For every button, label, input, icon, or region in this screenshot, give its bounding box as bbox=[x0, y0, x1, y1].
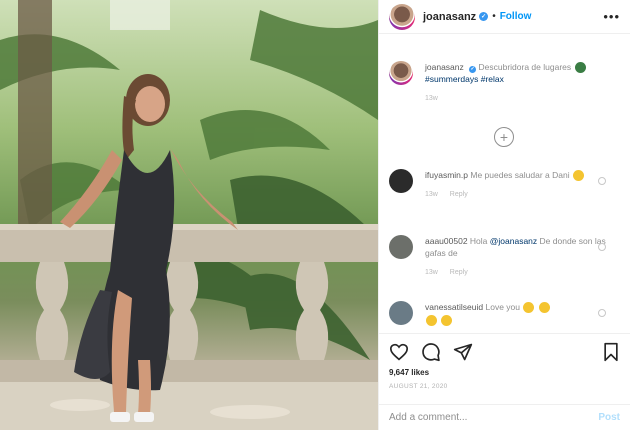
action-icons bbox=[389, 340, 620, 364]
comment-meta: 13w Reply bbox=[425, 189, 585, 201]
paper-plane-icon[interactable] bbox=[453, 342, 473, 362]
comment-avatar[interactable] bbox=[389, 301, 413, 325]
laugh-emoji-icon bbox=[441, 314, 453, 326]
comment-like-icon[interactable] bbox=[598, 177, 606, 185]
post-date: AUGUST 21, 2020 bbox=[389, 383, 448, 390]
comment-item: vanessatilseuid Love you bbox=[389, 301, 620, 326]
laugh-emoji-icon bbox=[538, 302, 550, 314]
smile-emoji-icon bbox=[572, 170, 584, 182]
caption-meta: 13w bbox=[425, 93, 620, 105]
comment-time: 13w bbox=[425, 191, 438, 199]
comment-item: aaau00502 Hola @joanasanz De donde son l… bbox=[389, 235, 620, 279]
post-button[interactable]: Post bbox=[598, 412, 620, 423]
caption-avatar[interactable] bbox=[389, 61, 413, 85]
reply-button[interactable]: Reply bbox=[450, 269, 468, 276]
comment-icon[interactable] bbox=[421, 342, 441, 362]
caption-text: Descubridora de lugares bbox=[478, 62, 572, 72]
comments-list[interactable]: joanasanz ✓ Descubridora de lugares #sum… bbox=[379, 35, 630, 332]
heart-icon[interactable] bbox=[389, 343, 409, 361]
comment-like-icon[interactable] bbox=[598, 243, 606, 251]
header-username[interactable]: joanasanz bbox=[423, 11, 476, 23]
laugh-emoji-icon bbox=[523, 302, 535, 314]
comment-avatar[interactable] bbox=[389, 169, 413, 193]
dot-separator: • bbox=[492, 11, 496, 22]
photo-scene bbox=[0, 0, 378, 430]
caption-time: 13w bbox=[425, 95, 438, 103]
add-comment-bar: Post bbox=[379, 404, 630, 430]
post-header: joanasanz ✓ • Follow ••• bbox=[379, 0, 630, 34]
more-options-icon[interactable]: ••• bbox=[603, 9, 620, 24]
caption: joanasanz ✓ Descubridora de lugares #sum… bbox=[389, 61, 620, 105]
post-side-panel: joanasanz ✓ • Follow ••• joanasanz ✓ Des… bbox=[378, 0, 630, 430]
follow-button[interactable]: Follow bbox=[500, 11, 532, 22]
likes-count[interactable]: 9,647 likes bbox=[389, 368, 620, 377]
verified-badge-icon: ✓ bbox=[469, 65, 477, 73]
comment-like-icon[interactable] bbox=[598, 309, 606, 317]
comment-username[interactable]: vanessatilseuid bbox=[425, 302, 483, 312]
laugh-emoji-icon bbox=[426, 314, 437, 326]
comment-time: 13w bbox=[425, 269, 438, 276]
comment-mention[interactable]: @joanasanz bbox=[490, 236, 537, 246]
caption-username[interactable]: joanasanz bbox=[425, 62, 464, 72]
comment-username[interactable]: ifuyasmin.p bbox=[425, 170, 468, 180]
post-photo[interactable] bbox=[0, 0, 378, 430]
comment-text: Hola bbox=[469, 236, 488, 246]
plus-circle-icon[interactable]: + bbox=[494, 127, 514, 147]
comment-text: Love you bbox=[485, 302, 521, 312]
comment-avatar[interactable] bbox=[389, 235, 413, 259]
profile-avatar[interactable] bbox=[389, 3, 415, 30]
comment-item: ifuyasmin.p Me puedes saludar a Dani 13w… bbox=[389, 169, 620, 201]
verified-badge-icon: ✓ bbox=[479, 12, 489, 21]
reply-button[interactable]: Reply bbox=[450, 191, 468, 198]
add-comment-input[interactable] bbox=[389, 412, 599, 423]
globe-emoji-icon bbox=[574, 62, 586, 74]
bookmark-icon[interactable] bbox=[602, 342, 620, 362]
comment-meta: 13w Reply bbox=[425, 267, 620, 279]
comment-text: Me puedes saludar a Dani bbox=[470, 170, 570, 180]
post-actions: 9,647 likes AUGUST 21, 2020 bbox=[379, 333, 630, 390]
comment-username[interactable]: aaau00502 bbox=[425, 236, 468, 246]
caption-hashtags[interactable]: #summerdays #relax bbox=[425, 74, 504, 84]
